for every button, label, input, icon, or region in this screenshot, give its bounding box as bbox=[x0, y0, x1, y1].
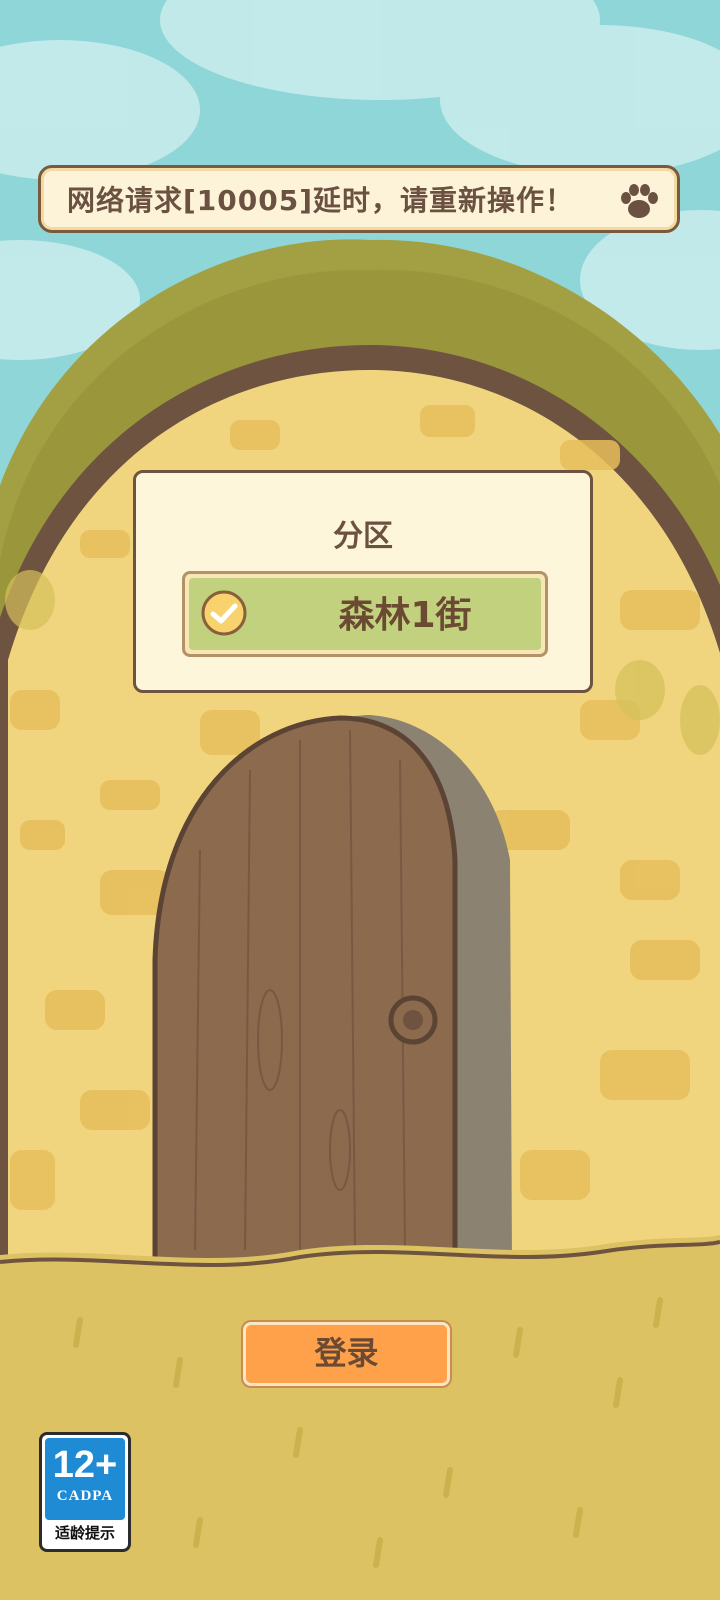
age-rating-caption: 适龄提示 bbox=[54, 1524, 115, 1542]
age-rating-org: CADPA bbox=[56, 1488, 114, 1504]
server-select-panel: 分区 森林1街 bbox=[133, 470, 593, 693]
age-rating-top: 12+ CADPA bbox=[45, 1438, 125, 1520]
paw-icon bbox=[621, 184, 658, 218]
age-rating-badge[interactable]: 12+ CADPA 适龄提示 bbox=[39, 1432, 131, 1552]
age-rating-number: 12+ bbox=[52, 1444, 118, 1486]
network-error-toast: 网络请求[10005]延时，请重新操作！ bbox=[38, 165, 680, 233]
login-button[interactable]: 登录 bbox=[243, 1322, 450, 1386]
server-name: 森林1街 bbox=[338, 595, 472, 636]
panel-title: 分区 bbox=[333, 519, 393, 554]
toast-message: 网络请求[10005]延时，请重新操作！ bbox=[67, 184, 575, 217]
server-option-selected[interactable]: 森林1街 bbox=[182, 571, 548, 657]
check-circle-icon bbox=[201, 590, 247, 636]
